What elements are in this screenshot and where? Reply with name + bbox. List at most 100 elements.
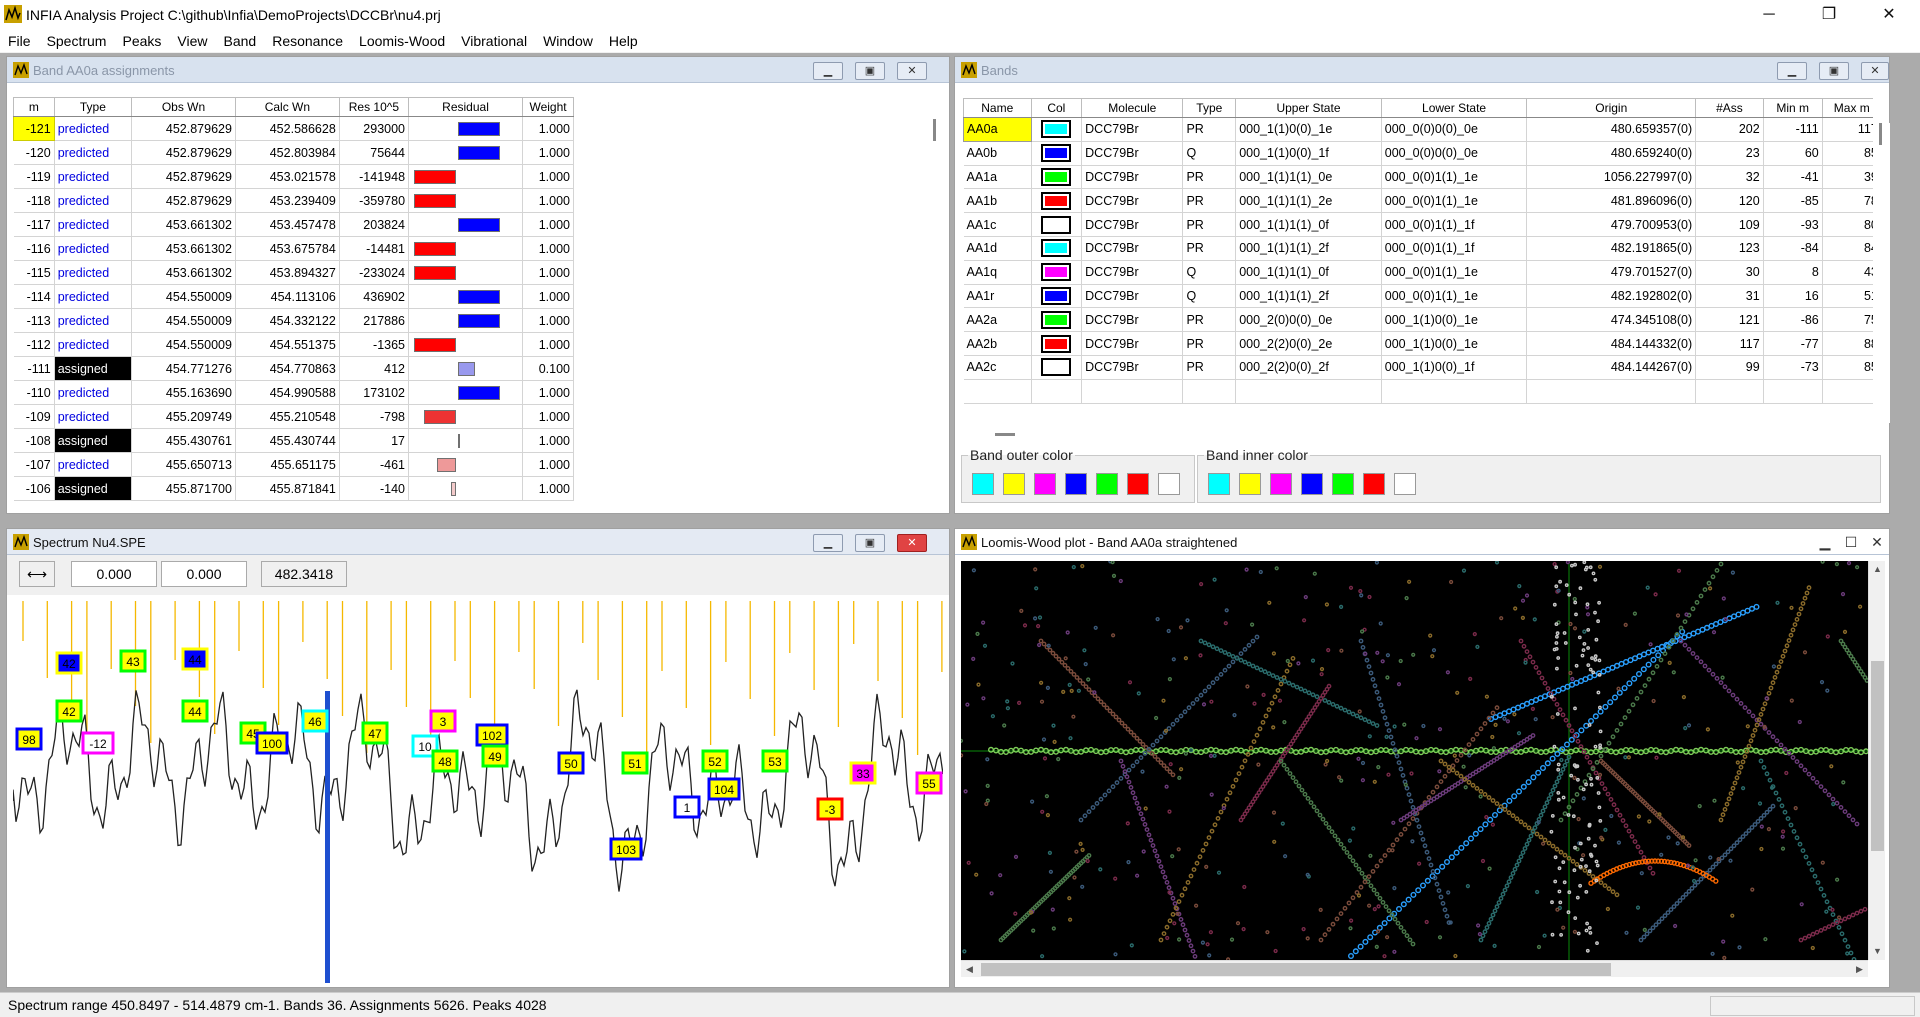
scroll-up-icon[interactable]: ▲ [1869,561,1886,578]
table-row[interactable]: AA0b DCC79Br Q 000_1(1)0(0)_1f 000_0(0)0(0)_… [963,141,1873,166]
table-row[interactable]: -119 predicted 452.879629 453.021578 -141948… [13,164,574,189]
col-header-col[interactable]: Col [1030,98,1083,118]
table-row[interactable]: -113 predicted 454.550009 454.332122 217886 1… [13,308,574,333]
col-header-obs[interactable]: Obs Wn [131,97,236,117]
outer-color-swatch[interactable] [972,473,994,495]
spectrum-field-1[interactable]: 0.000 [71,561,157,587]
table-row[interactable]: AA0a DCC79Br PR 000_1(1)0(0)_1e 000_0(0)0(0)… [963,117,1873,142]
outer-color-swatch[interactable] [1127,473,1149,495]
table-row[interactable]: AA1d DCC79Br PR 000_1(1)1(1)_2f 000_0(0)1(1)… [963,236,1873,261]
peak-label[interactable]: 102 [475,723,509,747]
loomis-wood-plot[interactable] [961,561,1868,960]
peak-label[interactable]: 43 [119,649,147,673]
table-row[interactable]: -110 predicted 455.163690 454.990588 173102 1… [13,380,574,405]
bands-scrollbar[interactable] [1873,123,1890,423]
table-row[interactable]: -116 predicted 453.661302 453.675784 -14481 1… [13,236,574,261]
scroll-down-icon[interactable]: ▼ [1869,943,1886,960]
table-row[interactable] [963,379,1873,404]
col-header-max-m[interactable]: Max m [1821,98,1873,118]
peak-label[interactable]: 33 [849,761,877,785]
minimize-icon[interactable]: ▁ [813,62,843,80]
maximize-icon[interactable]: ▣ [855,62,885,80]
table-row[interactable]: -120 predicted 452.879629 452.803984 75644 1.… [13,140,574,165]
table-row[interactable]: -112 predicted 454.550009 454.551375 -1365 1.… [13,332,574,357]
table-row[interactable]: -108 assigned 455.430761 455.430744 17 1.000 [13,428,574,453]
peak-label[interactable]: 53 [761,749,789,773]
bands-title-bar[interactable]: Bands ▁ ▣ ✕ [955,57,1889,83]
table-row[interactable]: -106 assigned 455.871700 455.871841 -140 1.00… [13,476,574,501]
outer-color-swatch[interactable] [1034,473,1056,495]
col-header-upper-state[interactable]: Upper State [1235,98,1382,118]
scroll-left-icon[interactable]: ◀ [961,961,978,978]
bands-hscroll-thumb[interactable] [995,433,1015,436]
peak-label[interactable]: 51 [621,751,649,775]
inner-color-swatch[interactable] [1363,473,1385,495]
table-row[interactable]: AA1q DCC79Br Q 000_1(1)1(1)_0f 000_0(0)1(1)_… [963,260,1873,285]
peak-label[interactable]: 104 [707,777,741,801]
menu-resonance[interactable]: Resonance [264,30,351,52]
table-row[interactable]: -114 predicted 454.550009 454.113106 436902 1… [13,284,574,309]
col-header-min-m[interactable]: Min m [1762,98,1823,118]
minimize-icon[interactable]: ▁ [813,534,843,552]
col-header-type[interactable]: Type [1182,98,1237,118]
table-row[interactable]: AA2b DCC79Br PR 000_2(2)0(0)_2e 000_1(1)0(0)… [963,331,1873,356]
peak-label[interactable]: 55 [915,771,943,795]
menu-file[interactable]: File [0,30,39,52]
assignments-grid[interactable]: m Type Obs Wn Calc Wn Res 10^5 Residual … [13,97,933,507]
lw-vertical-thumb[interactable] [1871,661,1884,851]
assignments-title-bar[interactable]: Band AA0a assignments ▁ ▣ ✕ [7,57,949,83]
restore-button[interactable]: ❐ [1806,0,1852,30]
lw-horizontal-scrollbar[interactable]: ◀ ▶ [961,960,1868,977]
loomis-wood-title-bar[interactable]: Loomis-Wood plot - Band AA0a straightene… [955,529,1889,555]
close-icon[interactable]: ✕ [897,534,927,552]
table-row[interactable]: AA2c DCC79Br PR 000_2(2)0(0)_2f 000_1(1)0(0)… [963,355,1873,380]
peak-label[interactable]: 103 [609,837,643,861]
peak-label[interactable]: 50 [557,751,585,775]
minimize-icon[interactable]: ▁ [1813,534,1837,552]
table-row[interactable]: AA1c DCC79Br PR 000_1(1)1(1)_0f 000_0(0)1(1)… [963,212,1873,237]
col-header-name[interactable]: Name [963,98,1032,118]
menu-peaks[interactable]: Peaks [114,30,169,52]
col-header-ass[interactable]: #Ass [1695,98,1764,118]
peak-label[interactable]: 100 [255,731,289,755]
inner-color-swatch[interactable] [1270,473,1292,495]
spectrum-plot[interactable]: 984242-1243 44444510046471034810249 50 51 52… [13,601,943,983]
col-header-lower-state[interactable]: Lower State [1380,98,1528,118]
peak-label[interactable]: 42 [55,699,83,723]
col-header-res[interactable]: Res 10^5 [338,97,410,117]
close-button[interactable]: ✕ [1866,0,1912,30]
col-header-molecule[interactable]: Molecule [1081,98,1184,118]
peak-label[interactable]: 46 [301,709,329,733]
scroll-right-icon[interactable]: ▶ [1851,961,1868,978]
menu-window[interactable]: Window [535,30,601,52]
minimize-button[interactable]: ─ [1746,0,1792,30]
col-header-calc[interactable]: Calc Wn [234,97,340,117]
peak-label[interactable]: 44 [181,699,209,723]
table-row[interactable]: AA1b DCC79Br PR 000_1(1)1(1)_2e 000_0(0)1(1)… [963,188,1873,214]
col-header-weight[interactable]: Weight [522,97,574,117]
col-header-origin[interactable]: Origin [1526,98,1697,118]
lw-horizontal-thumb[interactable] [981,963,1611,976]
peak-label[interactable]: 42 [55,651,83,675]
table-row[interactable]: -107 predicted 455.650713 455.651175 -461 1.0… [13,452,574,477]
peak-label[interactable]: -12 [81,731,115,755]
inner-color-swatch[interactable] [1332,473,1354,495]
bands-grid[interactable]: Name Col Molecule Type Upper State Lower… [963,98,1873,423]
menu-loomis-wood[interactable]: Loomis-Wood [351,30,453,52]
table-row[interactable]: AA1a DCC79Br PR 000_1(1)1(1)_0e 000_0(0)1(1)… [963,165,1873,190]
peak-label[interactable]: 48 [431,749,459,773]
inner-color-swatch[interactable] [1239,473,1261,495]
col-header-type[interactable]: Type [53,97,133,117]
maximize-icon[interactable]: ▣ [1819,62,1849,80]
assignments-scrollbar[interactable] [927,119,944,511]
maximize-icon[interactable]: ▣ [855,534,885,552]
table-row[interactable]: AA2a DCC79Br PR 000_2(0)0(0)_0e 000_1(1)0(0)… [963,307,1873,333]
inner-color-swatch[interactable] [1301,473,1323,495]
peak-label[interactable]: -3 [816,797,844,821]
peak-label[interactable]: 49 [481,744,509,768]
outer-color-swatch[interactable] [1065,473,1087,495]
table-row[interactable]: -118 predicted 452.879629 453.239409 -359780… [13,188,574,213]
peak-label[interactable]: 44 [181,647,209,671]
menu-vibrational[interactable]: Vibrational [453,30,535,52]
close-icon[interactable]: ✕ [1865,534,1889,552]
